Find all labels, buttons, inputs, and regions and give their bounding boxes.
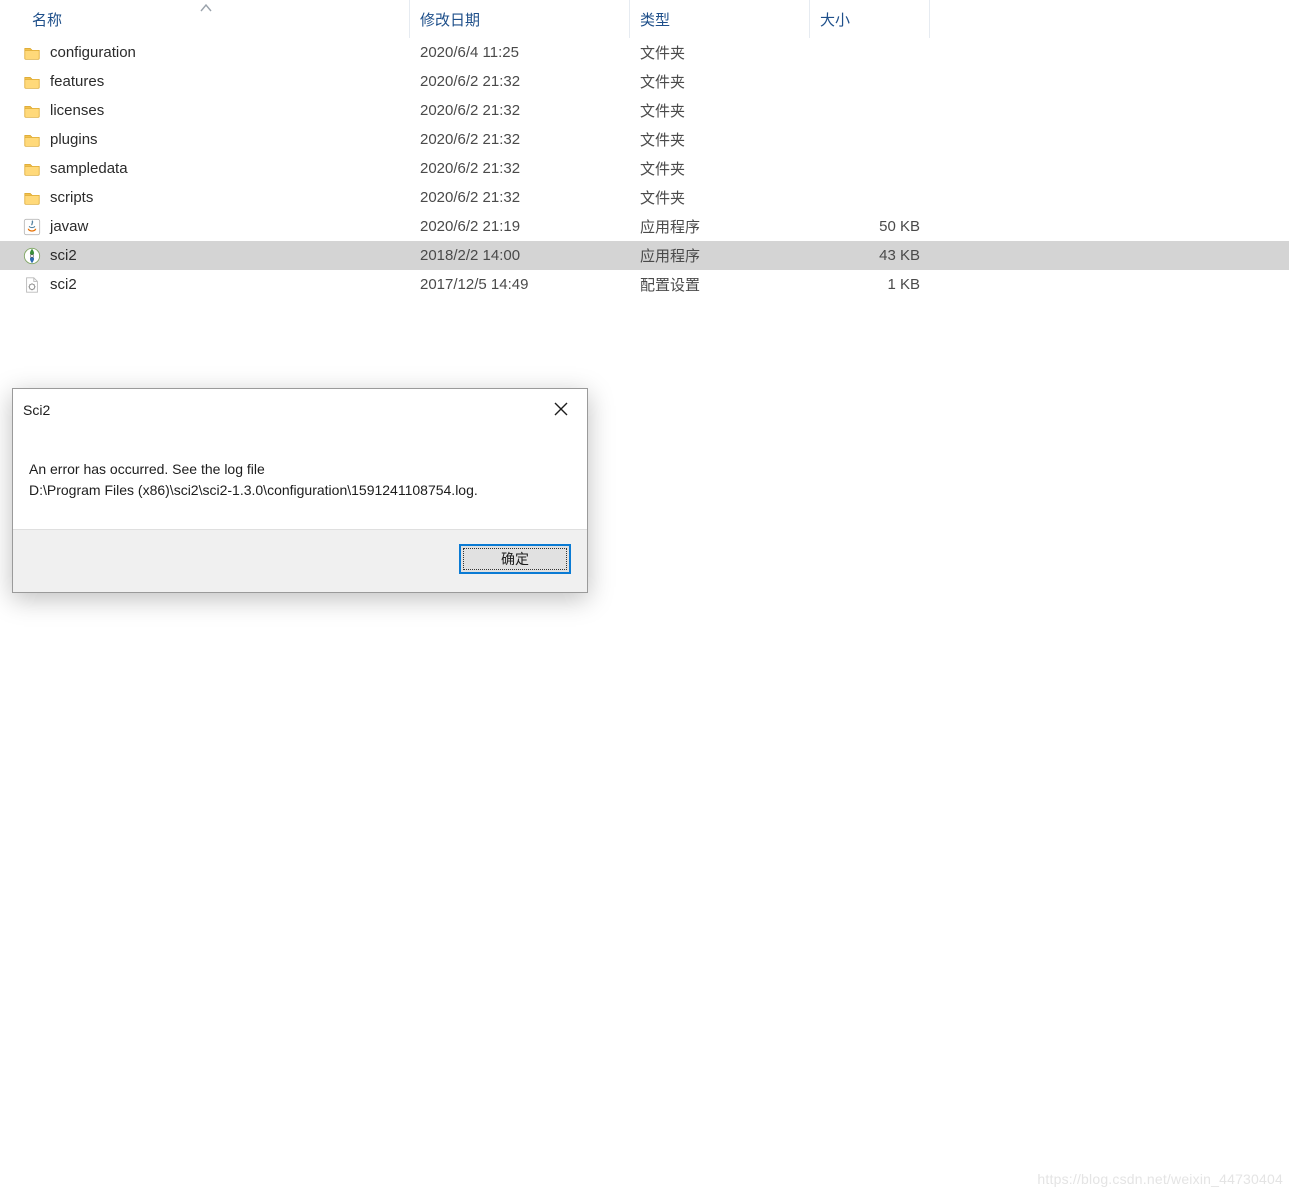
ok-button-label: 确定 [501, 549, 529, 569]
file-size-cell: 43 KB [810, 247, 930, 264]
sort-ascending-icon [200, 4, 212, 16]
folder-icon [22, 101, 42, 121]
file-type-cell: 文件夹 [630, 100, 810, 121]
ok-button[interactable]: 确定 [459, 544, 571, 574]
file-date-cell: 2020/6/2 21:32 [410, 189, 630, 206]
folder-icon [22, 159, 42, 179]
dialog-body: An error has occurred. See the log file … [13, 431, 587, 529]
file-size-cell: 50 KB [810, 218, 930, 235]
watermark: https://blog.csdn.net/weixin_44730404 [1037, 1171, 1283, 1187]
file-date-cell: 2020/6/2 21:32 [410, 102, 630, 119]
error-dialog: Sci2 An error has occurred. See the log … [12, 388, 588, 593]
file-rows: configuration2020/6/4 11:25文件夹 features2… [0, 38, 1289, 299]
java-icon [22, 217, 42, 237]
file-row[interactable]: licenses 2020/6/2 21:32文件夹 [0, 96, 1289, 125]
file-name-cell: sci2 [0, 275, 410, 295]
file-name-cell: sci2 [0, 246, 410, 266]
file-name-label: licenses [50, 102, 104, 119]
column-headers: 名称 修改日期 类型 大小 [0, 0, 1289, 38]
app-icon [22, 246, 42, 266]
folder-icon [22, 72, 42, 92]
column-header-size[interactable]: 大小 [810, 0, 930, 38]
file-name-cell: scripts [0, 188, 410, 208]
file-row[interactable]: scripts 2020/6/2 21:32文件夹 [0, 183, 1289, 212]
file-type-cell: 文件夹 [630, 129, 810, 150]
file-date-cell: 2020/6/2 21:19 [410, 218, 630, 235]
file-row[interactable]: javaw 2020/6/2 21:19应用程序50 KB [0, 212, 1289, 241]
folder-icon [22, 130, 42, 150]
file-row[interactable]: sci2 2018/2/2 14:00应用程序43 KB [0, 241, 1289, 270]
file-type-cell: 应用程序 [630, 216, 810, 237]
dialog-message-line1: An error has occurred. See the log file [29, 459, 571, 480]
dialog-title: Sci2 [23, 402, 50, 418]
file-name-cell: licenses [0, 101, 410, 121]
file-name-label: plugins [50, 131, 98, 148]
file-date-cell: 2020/6/2 21:32 [410, 131, 630, 148]
file-type-cell: 文件夹 [630, 158, 810, 179]
file-name-cell: configuration [0, 43, 410, 63]
column-header-size-label: 大小 [820, 9, 850, 30]
dialog-footer: 确定 [13, 529, 587, 592]
column-header-date[interactable]: 修改日期 [410, 0, 630, 38]
file-type-cell: 应用程序 [630, 245, 810, 266]
file-name-cell: sampledata [0, 159, 410, 179]
file-name-label: javaw [50, 218, 88, 235]
column-header-name[interactable]: 名称 [0, 0, 410, 38]
file-size-cell: 1 KB [810, 276, 930, 293]
column-header-name-label: 名称 [32, 9, 62, 30]
file-date-cell: 2018/2/2 14:00 [410, 247, 630, 264]
file-name-label: sci2 [50, 276, 77, 293]
file-name-cell: javaw [0, 217, 410, 237]
file-row[interactable]: sampledata 2020/6/2 21:32文件夹 [0, 154, 1289, 183]
file-row[interactable]: sci2 2017/12/5 14:49配置设置1 KB [0, 270, 1289, 299]
file-date-cell: 2020/6/2 21:32 [410, 160, 630, 177]
file-date-cell: 2020/6/4 11:25 [410, 44, 630, 61]
folder-icon [22, 43, 42, 63]
folder-icon [22, 188, 42, 208]
file-type-cell: 文件夹 [630, 42, 810, 63]
dialog-titlebar[interactable]: Sci2 [13, 389, 587, 431]
file-row[interactable]: configuration 2020/6/4 11:25文件夹 [0, 38, 1289, 67]
file-name-label: configuration [50, 44, 136, 61]
column-header-date-label: 修改日期 [420, 9, 480, 30]
file-type-cell: 配置设置 [630, 274, 810, 295]
file-name-label: sampledata [50, 160, 128, 177]
file-name-cell: features [0, 72, 410, 92]
close-button[interactable] [535, 389, 587, 431]
file-list: 名称 修改日期 类型 大小 configuration 2020/6/4 11:2… [0, 0, 1289, 299]
file-name-label: scripts [50, 189, 93, 206]
column-header-type[interactable]: 类型 [630, 0, 810, 38]
file-row[interactable]: features 2020/6/2 21:32文件夹 [0, 67, 1289, 96]
file-type-cell: 文件夹 [630, 71, 810, 92]
column-header-type-label: 类型 [640, 9, 670, 30]
file-type-cell: 文件夹 [630, 187, 810, 208]
file-name-cell: plugins [0, 130, 410, 150]
dialog-message-line2: D:\Program Files (x86)\sci2\sci2-1.3.0\c… [29, 480, 571, 501]
file-row[interactable]: plugins 2020/6/2 21:32文件夹 [0, 125, 1289, 154]
file-date-cell: 2020/6/2 21:32 [410, 73, 630, 90]
close-icon [554, 402, 568, 419]
file-name-label: features [50, 73, 104, 90]
file-date-cell: 2017/12/5 14:49 [410, 276, 630, 293]
file-name-label: sci2 [50, 247, 77, 264]
config-icon [22, 275, 42, 295]
